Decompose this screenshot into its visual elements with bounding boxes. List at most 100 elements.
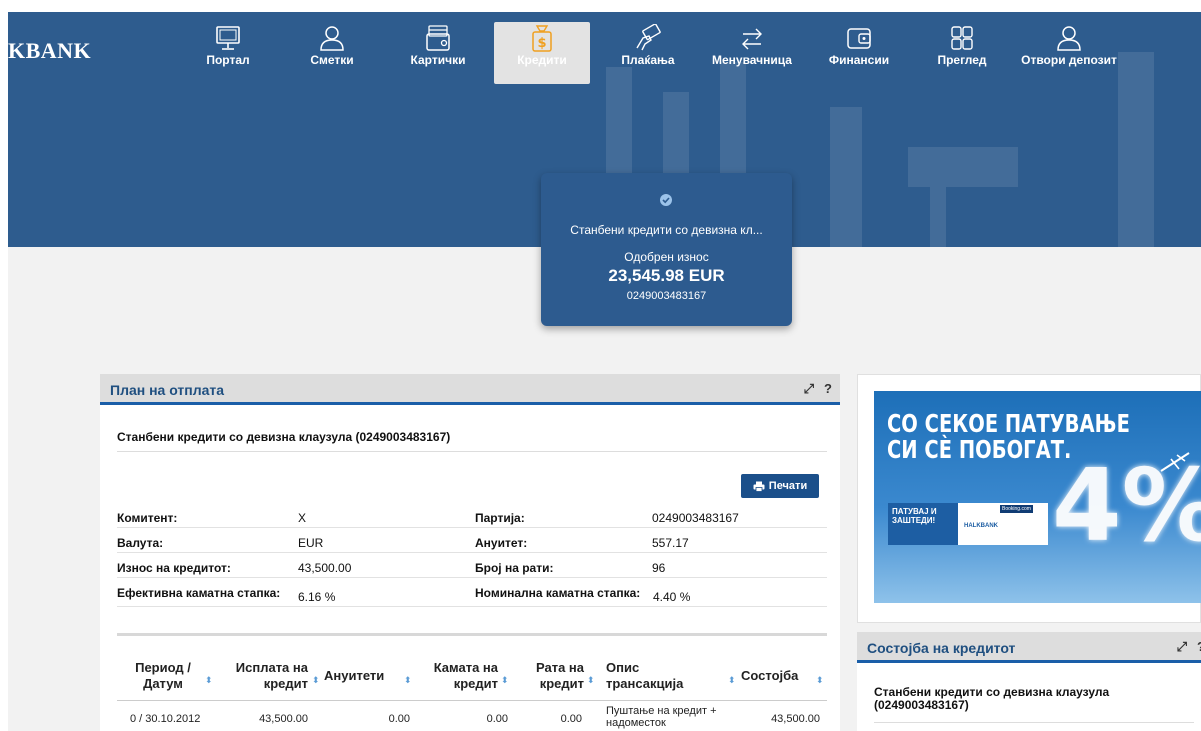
column-label: Рата на кредит xyxy=(535,660,584,691)
installments-label: Број на рати: xyxy=(475,561,554,575)
panel-header: Состојба на кредитот ⤢? xyxy=(857,632,1201,663)
expand-icon[interactable]: ⤢ xyxy=(1177,639,1187,654)
column-header-interest[interactable]: Камата на кредит xyxy=(416,660,498,692)
bank-logo: KBANK xyxy=(8,38,92,63)
nav-item-finances[interactable]: Финансии xyxy=(811,22,907,84)
column-header-annuities[interactable]: Ануитети xyxy=(324,668,384,684)
nav-label: Финансии xyxy=(828,53,890,67)
top-frame xyxy=(0,0,1201,12)
party-label: Партија: xyxy=(475,511,525,525)
ad-headline-line: СО СЕКОЕ ПАТУВАЊЕ xyxy=(887,409,1130,438)
panel-header: План на отплата ⤢? xyxy=(100,374,840,405)
nav-item-portal[interactable]: Портал xyxy=(180,22,276,84)
user-icon xyxy=(320,26,344,51)
banner-decoration xyxy=(830,107,862,247)
dashboard-grid-icon xyxy=(951,26,973,50)
cell-description: Пуштање на кредит + надоместок xyxy=(606,705,717,729)
sort-icon[interactable]: ⬍ xyxy=(728,675,736,686)
nav-label: Кредити xyxy=(517,53,567,67)
loan-state-name: Станбени кредити со девизна клаузула (02… xyxy=(874,685,1110,712)
banner-decoration xyxy=(908,147,1018,187)
exchange-arrows-icon xyxy=(742,28,762,50)
info-row: Износ на кредитот: 43,500.00 Број на рат… xyxy=(117,556,827,578)
nav-item-payments[interactable]: Плаќања xyxy=(600,22,696,84)
cell-period: 0 / 30.10.2012 xyxy=(130,713,201,725)
cell-installment: 0.00 xyxy=(560,713,582,725)
nominal-rate-value: 4.40 % xyxy=(653,590,691,604)
nav-item-overview[interactable]: Преглед xyxy=(914,22,1010,84)
column-label: Состојба xyxy=(741,668,799,683)
divider xyxy=(117,451,827,452)
column-header-period[interactable]: Период / Датум xyxy=(128,660,198,692)
banner-decoration xyxy=(930,187,946,247)
sort-icon[interactable]: ⬍ xyxy=(312,675,320,686)
client-label: Комитент: xyxy=(117,511,178,525)
info-row: Ефективна каматна стапка: 6.16 % Номинал… xyxy=(117,581,827,607)
info-row: Валута: EUR Ануитет: 557.17 xyxy=(117,531,827,553)
annuity-value: 557.17 xyxy=(652,536,689,550)
column-header-disbursement[interactable]: Исплата на кредит xyxy=(220,660,308,692)
banner-decoration xyxy=(1118,52,1154,247)
cell-interest: 0.00 xyxy=(486,713,508,725)
loan-amount-value: 43,500.00 xyxy=(298,561,352,575)
travel-ad-image: СО СЕКОЕ ПАТУВАЊЕ СИ СÈ ПОБОГАТ. ПАТУВАЈ… xyxy=(874,391,1201,603)
left-frame xyxy=(0,0,8,731)
loan-name: Станбени кредити со девизна кл... xyxy=(570,223,763,237)
section-divider xyxy=(117,633,827,636)
column-label: Период / Датум xyxy=(135,660,191,691)
cell-balance: 43,500.00 xyxy=(771,713,820,725)
nav-item-cards[interactable]: Картички xyxy=(390,22,486,84)
nav-item-open-deposit[interactable]: Отвори депозит xyxy=(1021,22,1117,84)
cell-annuities: 0.00 xyxy=(388,713,410,725)
help-icon[interactable]: ? xyxy=(824,381,832,396)
sort-icon[interactable]: ⬍ xyxy=(587,675,595,686)
print-label: Печати xyxy=(768,480,808,492)
ad-percent: 4% xyxy=(1052,447,1201,564)
nav-label: Картички xyxy=(410,53,466,67)
expand-icon[interactable]: ⤢ xyxy=(804,381,814,396)
booking-logo: Booking.com xyxy=(1000,505,1033,513)
divider xyxy=(874,722,1194,723)
effective-rate-label: Ефективна каматна стапка: xyxy=(117,586,281,600)
panel-title: Состојба на кредитот xyxy=(867,640,1016,656)
nav-label: Плаќања xyxy=(621,53,675,67)
column-label: Ануитети xyxy=(324,668,385,683)
card-hand-icon xyxy=(636,24,661,51)
nav-label: Сметки xyxy=(310,53,354,67)
nav-item-exchange[interactable]: Менувачница xyxy=(704,22,800,84)
nav-item-loans[interactable]: $ Кредити xyxy=(494,22,590,84)
nav-label: Портал xyxy=(206,53,250,67)
nav-item-accounts[interactable]: Сметки xyxy=(284,22,380,84)
printer-icon xyxy=(753,481,765,492)
column-label: Камата на кредит xyxy=(433,660,498,691)
sort-icon[interactable]: ⬍ xyxy=(205,675,213,686)
column-header-description[interactable]: Опис трансакција xyxy=(606,660,706,692)
currency-label: Валута: xyxy=(117,536,164,550)
sort-icon[interactable]: ⬍ xyxy=(501,675,509,686)
column-label: Опис трансакција xyxy=(606,660,684,691)
sort-icon[interactable]: ⬍ xyxy=(816,675,824,686)
column-header-balance[interactable]: Состојба xyxy=(741,668,798,684)
sort-icon[interactable]: ⬍ xyxy=(404,675,412,686)
currency-value: EUR xyxy=(298,536,324,550)
info-row: Комитент: X Партија: 0249003483167 xyxy=(117,506,827,528)
print-button[interactable]: Печати xyxy=(741,474,819,498)
column-header-installment[interactable]: Рата на кредит xyxy=(514,660,584,692)
nav-label: Преглед xyxy=(937,53,987,67)
cell-disbursement: 43,500.00 xyxy=(259,713,308,725)
ad-banner[interactable]: СО СЕКОЕ ПАТУВАЊЕ СИ СÈ ПОБОГАТ. ПАТУВАЈ… xyxy=(857,374,1201,623)
loan-subtitle: Станбени кредити со девизна клаузула (02… xyxy=(117,430,451,444)
panel-title: План на отплата xyxy=(110,382,225,398)
loan-state-panel: Состојба на кредитот ⤢? Станбени кредити… xyxy=(857,632,1201,731)
nav-label: Отвори депозит xyxy=(1021,53,1117,67)
table-header-divider xyxy=(117,700,827,701)
loan-amount-label: Износ на кредитот: xyxy=(117,561,231,575)
column-label: Исплата на кредит xyxy=(235,660,308,691)
wallet-card-icon xyxy=(426,25,450,51)
installments-value: 96 xyxy=(652,561,666,575)
ad-promo-box: ПАТУВАЈ И ЗАШТЕДИ! xyxy=(888,503,958,545)
loan-account-number: 0249003483167 xyxy=(626,290,707,302)
help-icon[interactable]: ? xyxy=(1197,639,1201,654)
nominal-rate-label: Номинална каматна стапка: xyxy=(475,586,641,600)
loan-summary-card[interactable]: Станбени кредити со девизна кл... Одобре… xyxy=(541,173,792,326)
